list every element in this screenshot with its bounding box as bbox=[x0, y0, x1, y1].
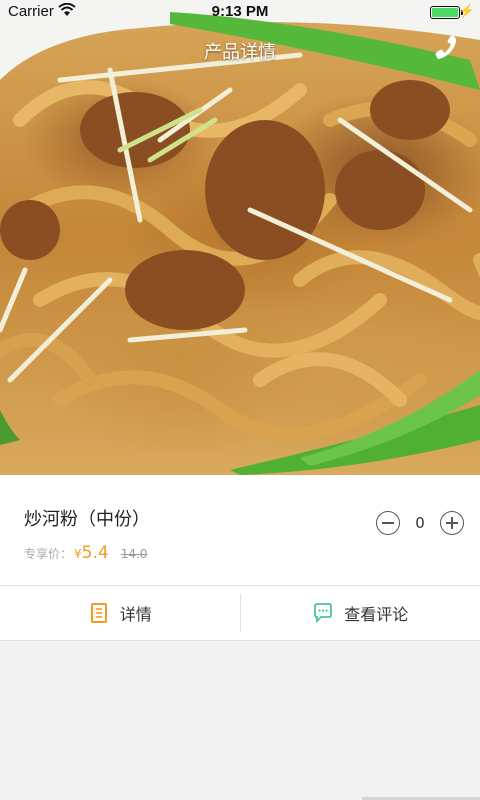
document-icon bbox=[88, 602, 110, 624]
increase-button[interactable] bbox=[440, 511, 464, 535]
tab-details[interactable]: 详情 bbox=[0, 586, 240, 640]
product-name: 炒河粉（中份） bbox=[24, 509, 150, 530]
quantity-stepper: 0 bbox=[376, 511, 464, 535]
decrease-button[interactable] bbox=[376, 511, 400, 535]
price-row: 专享价： ¥ 5.4 14.0 bbox=[24, 543, 147, 563]
comment-icon bbox=[312, 602, 334, 624]
current-price: 5.4 bbox=[81, 543, 109, 563]
tab-details-label: 详情 bbox=[119, 605, 152, 624]
product-info: 炒河粉（中份） 专享价： ¥ 5.4 14.0 0 bbox=[0, 475, 480, 585]
original-price: 14.0 bbox=[120, 547, 148, 561]
battery-icon bbox=[430, 6, 463, 19]
quantity-value: 0 bbox=[415, 514, 425, 532]
status-bar: Carrier 9:13 PM ⚡ bbox=[0, 0, 480, 24]
product-image bbox=[0, 0, 480, 475]
currency-symbol: ¥ bbox=[74, 547, 82, 561]
status-time: 9:13 PM bbox=[211, 3, 269, 20]
noodle-illustration bbox=[0, 0, 480, 475]
tab-comments-label: 查看评论 bbox=[344, 605, 409, 624]
charging-icon: ⚡ bbox=[458, 3, 475, 18]
content-area bbox=[0, 641, 480, 800]
page-title: 产品详情 bbox=[204, 42, 276, 63]
tab-bar: 详情 查看评论 bbox=[0, 585, 480, 641]
phone-icon[interactable] bbox=[428, 32, 460, 64]
price-label: 专享价： bbox=[24, 547, 73, 561]
tab-comments[interactable]: 查看评论 bbox=[241, 586, 480, 640]
